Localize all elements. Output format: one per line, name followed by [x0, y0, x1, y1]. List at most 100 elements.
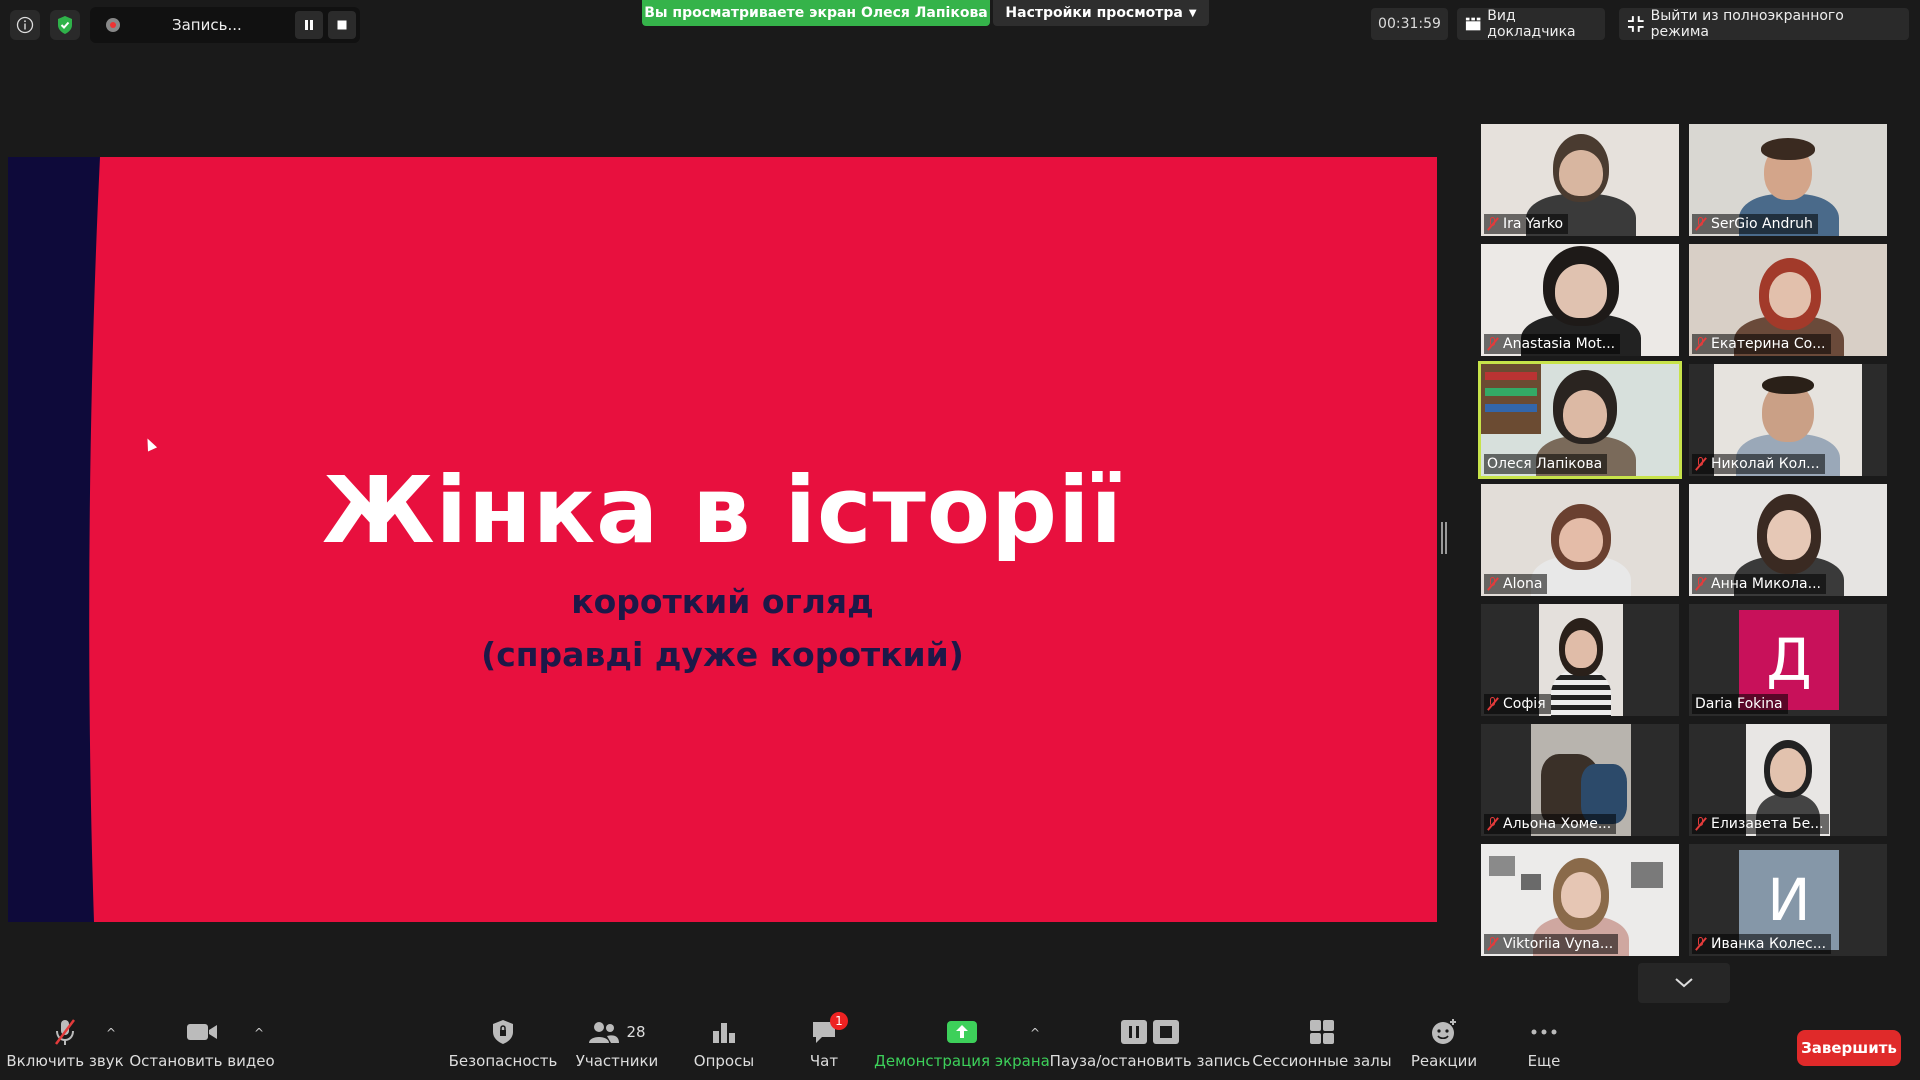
- breakout-rooms-icon: [1309, 1016, 1335, 1048]
- mic-muted-icon: [1695, 217, 1707, 231]
- participant-name: Николай Кол...: [1711, 456, 1820, 472]
- participant-name: Daria Fokina: [1695, 696, 1783, 712]
- participant-name-tag: Viktoriia Vyna...: [1484, 934, 1619, 954]
- more-label: Еще: [1527, 1052, 1561, 1070]
- stop-recording-button[interactable]: [328, 11, 356, 39]
- top-bar: Запись... Вы просматриваете экран Олеся …: [0, 0, 1920, 50]
- mic-muted-icon: [1695, 337, 1707, 351]
- participant-tile[interactable]: Софія: [1481, 604, 1679, 716]
- participant-name: Ira Yarko: [1503, 216, 1564, 232]
- exit-fullscreen-icon: [1627, 16, 1644, 32]
- participant-tile[interactable]: Д Daria Fokina: [1689, 604, 1887, 716]
- shield-icon: [490, 1016, 516, 1048]
- exit-fullscreen-label: Выйти из полноэкранного режима: [1650, 8, 1844, 40]
- stop-video-button[interactable]: Остановить видео: [129, 1016, 275, 1070]
- meeting-timer: 00:31:59: [1371, 8, 1448, 40]
- participant-name: Альона Хоме...: [1503, 816, 1612, 832]
- participant-tile[interactable]: Екатерина Со...: [1689, 244, 1887, 356]
- share-options-caret[interactable]: ^: [1030, 1026, 1040, 1040]
- chat-button[interactable]: 1 Чат: [800, 1012, 848, 1070]
- breakout-rooms-label: Сессионные залы: [1252, 1052, 1392, 1070]
- mic-muted-icon: [1695, 817, 1707, 831]
- participant-name: Alona: [1503, 576, 1543, 592]
- mic-muted-icon: [1487, 217, 1499, 231]
- participant-name: Иванка Колес...: [1711, 936, 1827, 952]
- security-label: Безопасность: [448, 1052, 558, 1070]
- mic-muted-icon: [1487, 937, 1499, 951]
- participant-tile[interactable]: Елизавета Бе...: [1689, 724, 1887, 836]
- smiley-icon: [1430, 1016, 1458, 1048]
- meeting-toolbar: Включить звук ^ Остановить видео ^ Безоп…: [0, 1010, 1920, 1080]
- exit-fullscreen-button[interactable]: Выйти из полноэкранного режима: [1619, 8, 1909, 40]
- share-screen-icon: [946, 1016, 978, 1048]
- recording-dot-icon: [106, 18, 120, 32]
- participant-name-tag: Daria Fokina: [1692, 694, 1788, 714]
- security-button[interactable]: Безопасность: [449, 1016, 557, 1070]
- gallery-next-page-button[interactable]: [1638, 963, 1730, 1003]
- speaker-view-label: Вид докладчика: [1487, 8, 1576, 40]
- view-options-dropdown[interactable]: Настройки просмотра ▼: [993, 0, 1209, 26]
- participants-count: 28: [626, 1023, 646, 1041]
- panel-resize-handle[interactable]: [1441, 522, 1447, 554]
- unmute-button[interactable]: Включить звук: [6, 1016, 124, 1070]
- slide-title: Жінка в історії: [321, 457, 1124, 564]
- audio-options-caret[interactable]: ^: [106, 1026, 116, 1040]
- participant-tile[interactable]: Анна Микола...: [1689, 484, 1887, 596]
- participant-name-tag: Ira Yarko: [1484, 214, 1569, 234]
- share-screen-button[interactable]: Демонстрация экрана: [874, 1016, 1050, 1070]
- meeting-info-icon[interactable]: [10, 10, 40, 40]
- participant-name-tag: Anastasia Mot...: [1484, 334, 1621, 354]
- participant-tile[interactable]: Viktoriia Vyna...: [1481, 844, 1679, 956]
- participant-tile[interactable]: Николай Кол...: [1689, 364, 1887, 476]
- video-camera-icon: [186, 1016, 218, 1048]
- mic-muted-icon: [50, 1016, 80, 1048]
- participant-name: Олеся Лапікова: [1487, 456, 1603, 472]
- participant-name-tag: Олеся Лапікова: [1484, 454, 1608, 474]
- pause-recording-button[interactable]: [295, 11, 323, 39]
- shared-screen: Жінка в історії короткий огляд (справді …: [8, 157, 1437, 922]
- participant-name-tag: Анна Микола...: [1692, 574, 1826, 594]
- video-options-caret[interactable]: ^: [254, 1026, 264, 1040]
- share-screen-label: Демонстрация экрана: [874, 1052, 1050, 1070]
- participant-name: Софія: [1503, 696, 1546, 712]
- mic-muted-icon: [1487, 697, 1499, 711]
- view-options-label: Настройки просмотра: [1005, 5, 1183, 21]
- participant-tile[interactable]: Альона Хоме...: [1481, 724, 1679, 836]
- chevron-down-icon: [1675, 978, 1693, 988]
- participant-name-tag: Иванка Колес...: [1692, 934, 1832, 954]
- breakout-rooms-button[interactable]: Сессионные залы: [1252, 1016, 1392, 1070]
- participant-tile[interactable]: Anastasia Mot...: [1481, 244, 1679, 356]
- speaker-view-button[interactable]: Вид докладчика: [1457, 8, 1605, 40]
- mic-muted-icon: [1695, 457, 1707, 471]
- mic-muted-icon: [1487, 817, 1499, 831]
- more-dots-icon: [1530, 1016, 1558, 1048]
- participants-label: Участники: [575, 1052, 659, 1070]
- speaker-view-icon: [1465, 17, 1481, 31]
- participant-tile[interactable]: Ira Yarko: [1481, 124, 1679, 236]
- participant-name-tag: Alona: [1484, 574, 1548, 594]
- reactions-button[interactable]: Реакции: [1410, 1016, 1478, 1070]
- mic-muted-icon: [1695, 937, 1707, 951]
- participant-name: Anastasia Mot...: [1503, 336, 1616, 352]
- chat-unread-badge: 1: [830, 1012, 848, 1030]
- mic-muted-icon: [1695, 577, 1707, 591]
- unmute-label: Включить звук: [6, 1052, 124, 1070]
- participants-button[interactable]: 28 Участники: [576, 1016, 658, 1070]
- end-meeting-button[interactable]: Завершить: [1797, 1030, 1901, 1066]
- share-banner: Вы просматриваете экран Олеся Лапікова: [642, 0, 990, 26]
- pause-stop-icon: [1120, 1016, 1180, 1048]
- encryption-shield-icon[interactable]: [50, 10, 80, 40]
- more-button[interactable]: Еще: [1522, 1016, 1566, 1070]
- participant-name-tag: SerGio Andruh: [1692, 214, 1818, 234]
- reactions-label: Реакции: [1410, 1052, 1478, 1070]
- participant-tile[interactable]: SerGio Andruh: [1689, 124, 1887, 236]
- video-feed: [1539, 604, 1623, 716]
- participant-name: SerGio Andruh: [1711, 216, 1813, 232]
- participant-tile[interactable]: И Иванка Колес...: [1689, 844, 1887, 956]
- pause-stop-recording-label: Пауза/остановить запись: [1049, 1052, 1251, 1070]
- polls-button[interactable]: Опросы: [690, 1016, 758, 1070]
- pause-stop-recording-button[interactable]: Пауза/остановить запись: [1050, 1016, 1250, 1070]
- participant-name: Елизавета Бе...: [1711, 816, 1824, 832]
- participant-tile-active-speaker[interactable]: Олеся Лапікова: [1478, 361, 1682, 479]
- participant-tile[interactable]: Alona: [1481, 484, 1679, 596]
